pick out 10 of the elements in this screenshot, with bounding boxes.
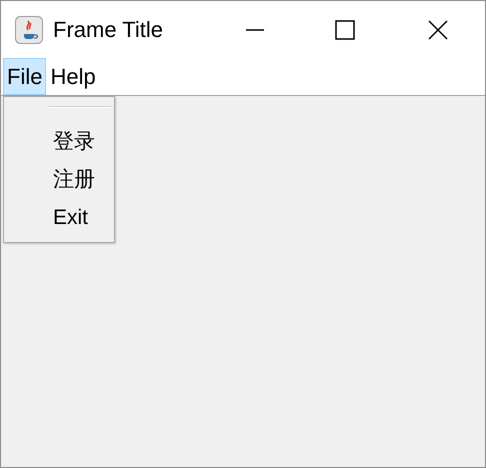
menu-option[interactable]: Exit: [4, 198, 114, 236]
maximize-icon: [335, 20, 355, 40]
close-icon: [428, 20, 448, 40]
coffee-cup-icon: [15, 16, 43, 44]
minimize-icon: [245, 28, 265, 30]
menu-item[interactable]: File: [3, 58, 46, 95]
window-title: Frame Title: [53, 16, 164, 44]
menu-option[interactable]: 注册: [4, 160, 114, 198]
menu-option[interactable]: 登录: [4, 122, 114, 160]
menu-item[interactable]: Help: [46, 58, 100, 95]
